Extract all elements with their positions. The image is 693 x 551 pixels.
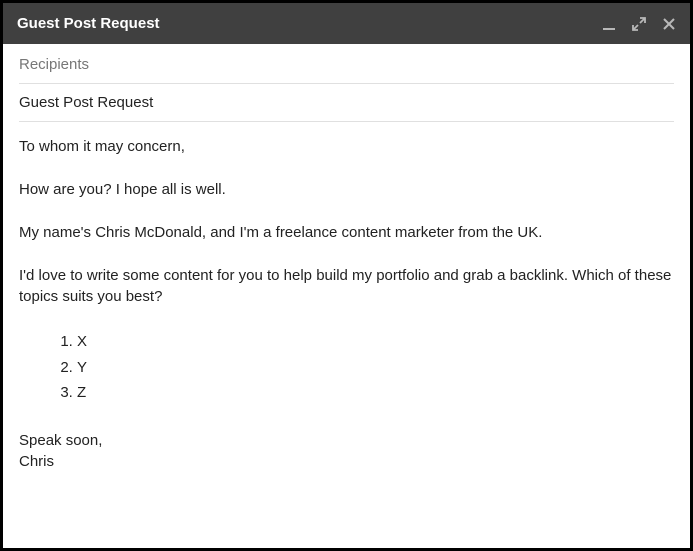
- message-body[interactable]: To whom it may concern, How are you? I h…: [19, 122, 674, 472]
- body-paragraph: How are you? I hope all is well.: [19, 179, 674, 200]
- compose-content: Recipients Guest Post Request To whom it…: [3, 44, 690, 548]
- list-item: X: [77, 329, 674, 355]
- subject-field[interactable]: Guest Post Request: [19, 84, 674, 122]
- list-item: Y: [77, 355, 674, 381]
- body-signature: Chris: [19, 451, 674, 472]
- compose-header: Guest Post Request: [3, 3, 690, 44]
- body-paragraph: I'd love to write some content for you t…: [19, 265, 674, 307]
- window-controls: [602, 17, 676, 31]
- list-item: Z: [77, 380, 674, 406]
- compose-title: Guest Post Request: [17, 15, 160, 32]
- topic-list: X Y Z: [77, 329, 674, 406]
- body-paragraph: My name's Chris McDonald, and I'm a free…: [19, 222, 674, 243]
- body-closing: Speak soon,: [19, 430, 674, 451]
- minimize-icon[interactable]: [602, 17, 616, 31]
- expand-icon[interactable]: [632, 17, 646, 31]
- body-paragraph: To whom it may concern,: [19, 136, 674, 157]
- recipients-field[interactable]: Recipients: [19, 44, 674, 84]
- close-icon[interactable]: [662, 17, 676, 31]
